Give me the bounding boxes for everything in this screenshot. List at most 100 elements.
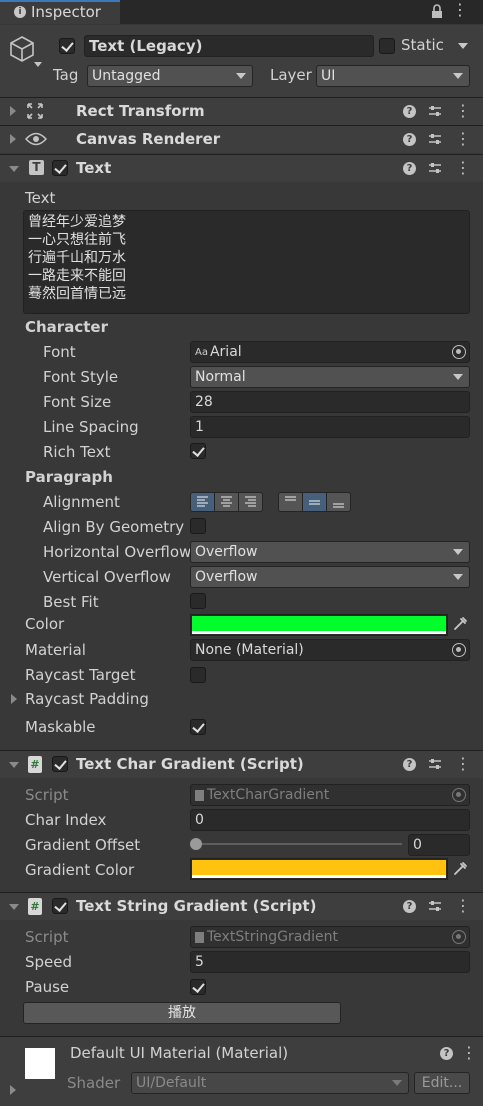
static-checkbox[interactable]	[379, 38, 395, 54]
string-gradient-enabled-checkbox[interactable]	[52, 898, 68, 914]
alignment-label: Alignment	[43, 493, 120, 511]
best-fit-label: Best Fit	[43, 593, 99, 611]
foldout-arrow-icon[interactable]	[10, 134, 16, 144]
object-picker-icon[interactable]	[452, 643, 466, 657]
rich-text-checkbox[interactable]	[190, 443, 206, 459]
char-index-field[interactable]: 0	[190, 809, 470, 831]
gradient-color-field[interactable]	[190, 858, 448, 880]
help-icon[interactable]: ?	[403, 162, 416, 175]
active-checkbox[interactable]	[59, 38, 75, 54]
shader-dropdown[interactable]: UI/Default	[131, 1072, 409, 1094]
align-left-button[interactable]	[190, 492, 215, 512]
gradient-offset-field[interactable]: 0	[408, 834, 470, 856]
icon-dropdown-icon[interactable]	[34, 62, 42, 67]
tag-dropdown[interactable]: Untagged	[87, 65, 253, 87]
expand-arrow-icon[interactable]	[10, 1085, 16, 1095]
help-icon[interactable]: ?	[403, 133, 416, 146]
eyedropper-icon[interactable]	[452, 616, 468, 636]
foldout-arrow-icon[interactable]	[9, 904, 19, 910]
preset-sliders-icon[interactable]	[428, 104, 442, 122]
align-middle-button[interactable]	[302, 492, 327, 512]
material-menu-icon[interactable]: ⋮	[461, 1045, 477, 1061]
material-value: None (Material)	[195, 642, 304, 658]
pause-checkbox[interactable]	[190, 979, 206, 995]
chevron-down-icon	[453, 549, 463, 555]
eyedropper-icon[interactable]	[452, 861, 468, 881]
rect-transform-title: Rect Transform	[76, 102, 205, 120]
preset-sliders-icon[interactable]	[428, 132, 442, 150]
edit-shader-button[interactable]: Edit...	[414, 1072, 470, 1094]
string-script-field: TextStringGradient	[190, 926, 470, 948]
align-right-button[interactable]	[238, 492, 263, 512]
tab-menu-icon[interactable]: ⋮	[452, 2, 468, 18]
gradient-offset-slider-handle[interactable]	[190, 838, 202, 850]
material-preview-swatch	[25, 1048, 55, 1079]
script-asset-icon	[195, 789, 204, 801]
color-field[interactable]	[190, 614, 448, 636]
char-gradient-enabled-checkbox[interactable]	[52, 756, 68, 772]
align-top-button[interactable]	[278, 492, 303, 512]
align-bottom-button[interactable]	[326, 492, 351, 512]
line-spacing-label: Line Spacing	[43, 418, 139, 436]
char-gradient-title: Text Char Gradient (Script)	[76, 755, 304, 773]
preset-sliders-icon[interactable]	[428, 899, 442, 917]
lock-icon[interactable]	[431, 4, 443, 19]
font-field[interactable]: Aa Arial	[190, 341, 470, 363]
text-line: 一路走来不能回	[28, 268, 126, 284]
foldout-arrow-icon[interactable]	[9, 762, 19, 768]
canvas-renderer-title: Canvas Renderer	[76, 130, 221, 148]
layer-dropdown[interactable]: UI	[316, 65, 470, 87]
edit-shader-label: Edit...	[421, 1075, 463, 1091]
help-icon[interactable]: ?	[403, 105, 416, 118]
text-area[interactable]: 曾经年少爱追梦 一心只想往前飞 行遍千山和万水 一路走来不能回 蓦然回首情已远	[23, 210, 470, 314]
speed-value: 5	[195, 954, 204, 970]
speed-label: Speed	[25, 953, 73, 971]
gradient-offset-slider-track[interactable]	[196, 843, 402, 845]
foldout-arrow-icon[interactable]	[11, 694, 17, 704]
help-icon[interactable]: ?	[403, 900, 416, 913]
vertical-overflow-value: Overflow	[195, 569, 258, 585]
object-picker-icon[interactable]	[452, 345, 466, 359]
vertical-overflow-dropdown[interactable]: Overflow	[190, 566, 470, 588]
component-menu-icon[interactable]: ⋮	[455, 131, 471, 147]
layer-value: UI	[321, 68, 336, 84]
preset-sliders-icon[interactable]	[428, 161, 442, 179]
line-spacing-field[interactable]: 1	[190, 416, 470, 438]
foldout-arrow-icon[interactable]	[9, 166, 19, 172]
align-by-geometry-checkbox[interactable]	[190, 518, 206, 534]
speed-field[interactable]: 5	[190, 951, 470, 973]
play-button[interactable]: 播放	[23, 1002, 341, 1024]
text-enabled-checkbox[interactable]	[52, 160, 68, 176]
help-icon[interactable]: ?	[440, 1047, 453, 1060]
horizontal-overflow-dropdown[interactable]: Overflow	[190, 541, 470, 563]
chevron-down-icon	[453, 73, 463, 79]
component-menu-icon[interactable]: ⋮	[455, 103, 471, 119]
align-bottom-icon	[333, 503, 344, 508]
horizontal-overflow-value: Overflow	[195, 544, 258, 560]
help-icon[interactable]: ?	[403, 758, 416, 771]
object-name-field[interactable]: Text (Legacy)	[84, 35, 374, 57]
char-index-label: Char Index	[25, 811, 107, 829]
static-dropdown-icon[interactable]	[458, 43, 468, 49]
font-style-label: Font Style	[43, 368, 119, 386]
text-line: 一心只想往前飞	[28, 232, 126, 248]
raycast-target-checkbox[interactable]	[190, 667, 206, 683]
chevron-down-icon	[453, 374, 463, 380]
preset-sliders-icon[interactable]	[428, 757, 442, 775]
text-component-icon: T	[29, 160, 44, 175]
font-size-field[interactable]: 28	[190, 391, 470, 413]
pause-label: Pause	[25, 978, 70, 996]
align-center-button[interactable]	[214, 492, 239, 512]
rect-transform-icon	[27, 103, 43, 119]
raycast-padding-label[interactable]: Raycast Padding	[25, 690, 149, 708]
foldout-arrow-icon[interactable]	[10, 106, 16, 116]
font-asset-icon: Aa	[195, 346, 208, 358]
component-menu-icon[interactable]: ⋮	[455, 756, 471, 772]
font-style-dropdown[interactable]: Normal	[190, 366, 470, 388]
maskable-checkbox[interactable]	[190, 719, 206, 735]
best-fit-checkbox[interactable]	[190, 593, 206, 609]
component-menu-icon[interactable]: ⋮	[455, 160, 471, 176]
string-gradient-title: Text String Gradient (Script)	[76, 897, 317, 915]
material-field[interactable]: None (Material)	[190, 639, 470, 661]
component-menu-icon[interactable]: ⋮	[455, 898, 471, 914]
